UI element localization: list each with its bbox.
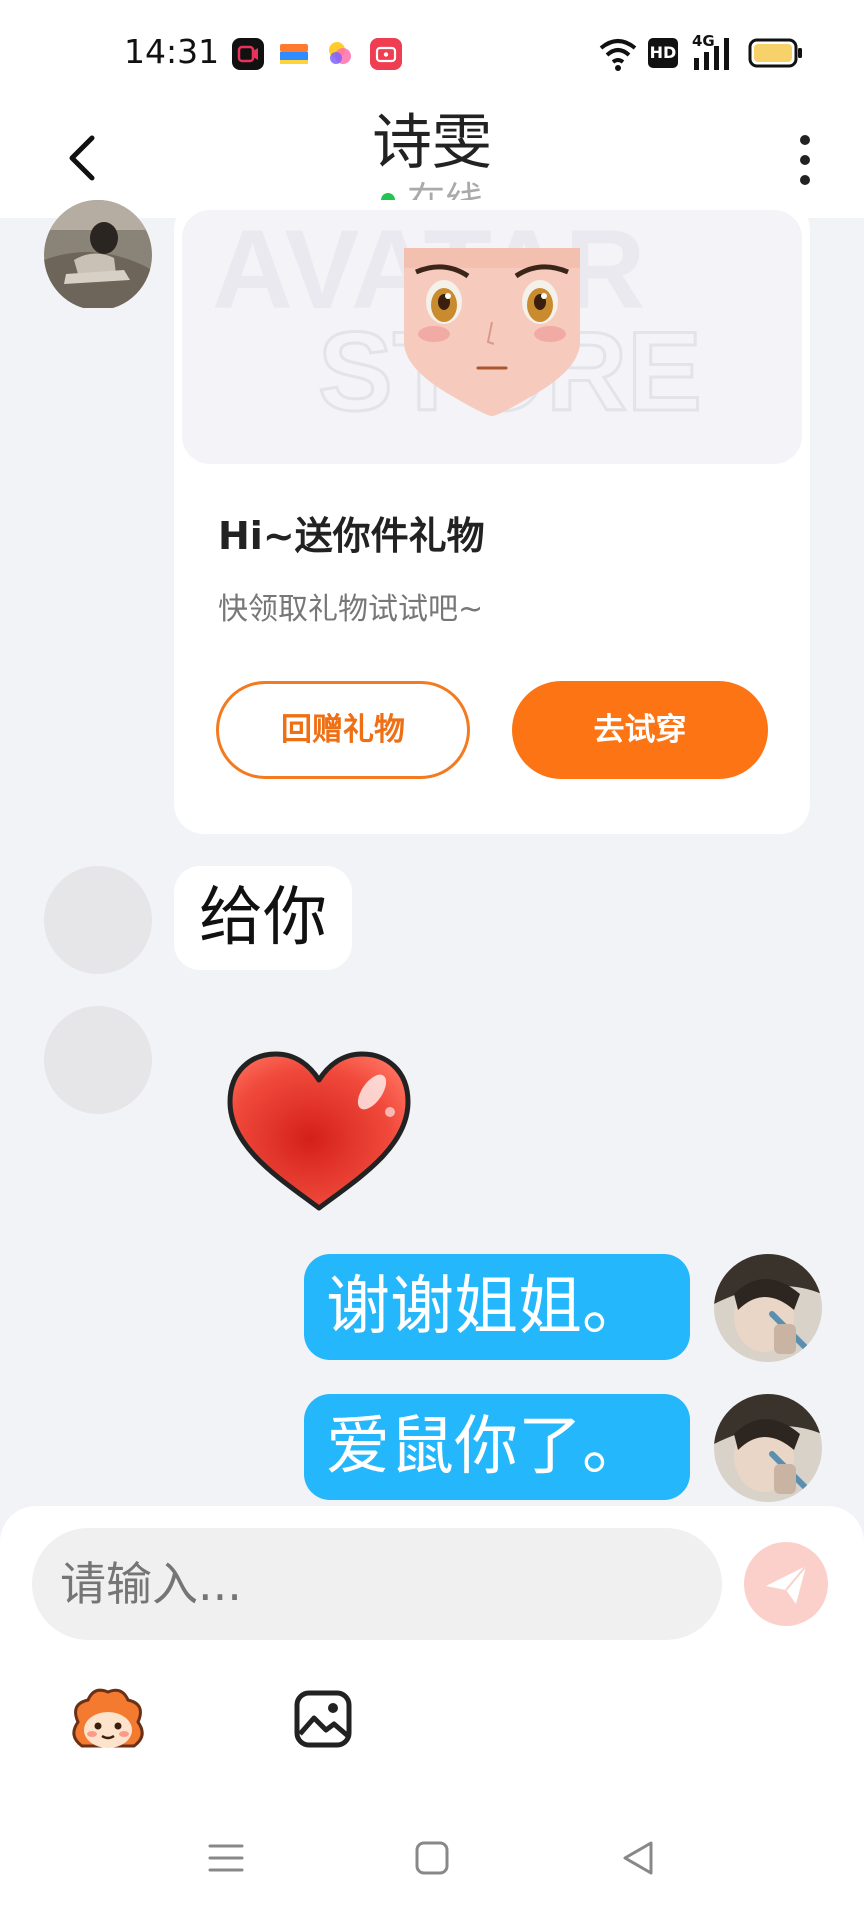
gift-title: Hi~送你件礼物: [218, 514, 485, 558]
video-recorder-icon: [232, 38, 264, 70]
my-avatar[interactable]: [714, 1394, 822, 1502]
contact-name: 诗雯: [372, 108, 492, 178]
image-picker-icon[interactable]: [292, 1688, 354, 1750]
status-bar: 14:31 HD 4G: [0, 0, 864, 108]
home-nav-icon[interactable]: [412, 1838, 452, 1878]
mascot-sticker-icon: [72, 1688, 144, 1748]
hd-badge: HD: [648, 38, 678, 68]
try-on-button[interactable]: 去试穿: [512, 681, 768, 779]
more-options-icon[interactable]: [790, 128, 820, 192]
video-app-icon: [370, 38, 402, 70]
heart-sticker-icon[interactable]: [222, 1046, 416, 1216]
wifi-icon: [598, 34, 638, 74]
status-time: 14:31: [124, 32, 220, 71]
send-button[interactable]: [744, 1542, 828, 1626]
message-input[interactable]: [32, 1528, 722, 1640]
my-avatar[interactable]: [714, 1254, 822, 1362]
gift-card[interactable]: AVATAR STORE Hi~送你件礼物 快领取礼物试试吧~ 回赠礼物 去试穿: [174, 200, 810, 834]
contact-avatar-placeholder[interactable]: [44, 866, 152, 974]
system-nav-bar: [0, 1810, 864, 1920]
message-bubble-outgoing[interactable]: 爱鼠你了。: [304, 1394, 690, 1500]
gift-subtitle: 快领取礼物试试吧~: [218, 592, 484, 627]
gift-image: AVATAR STORE: [182, 210, 802, 464]
back-nav-icon[interactable]: [618, 1838, 658, 1878]
message-bubble-incoming[interactable]: 给你: [174, 866, 352, 970]
return-gift-button[interactable]: 回赠礼物: [216, 681, 470, 779]
colorful-app-icon: [324, 38, 356, 70]
signal-icon: [692, 34, 738, 74]
battery-icon: [748, 38, 804, 78]
message-bubble-outgoing[interactable]: 谢谢姐姐。: [304, 1254, 690, 1360]
sticker-button[interactable]: [64, 1682, 152, 1756]
menu-nav-icon[interactable]: [206, 1838, 246, 1878]
contact-avatar[interactable]: [44, 200, 152, 310]
paper-plane-icon: [766, 1565, 807, 1604]
wallet-icon: [278, 38, 310, 70]
contact-avatar-placeholder[interactable]: [44, 1006, 152, 1114]
